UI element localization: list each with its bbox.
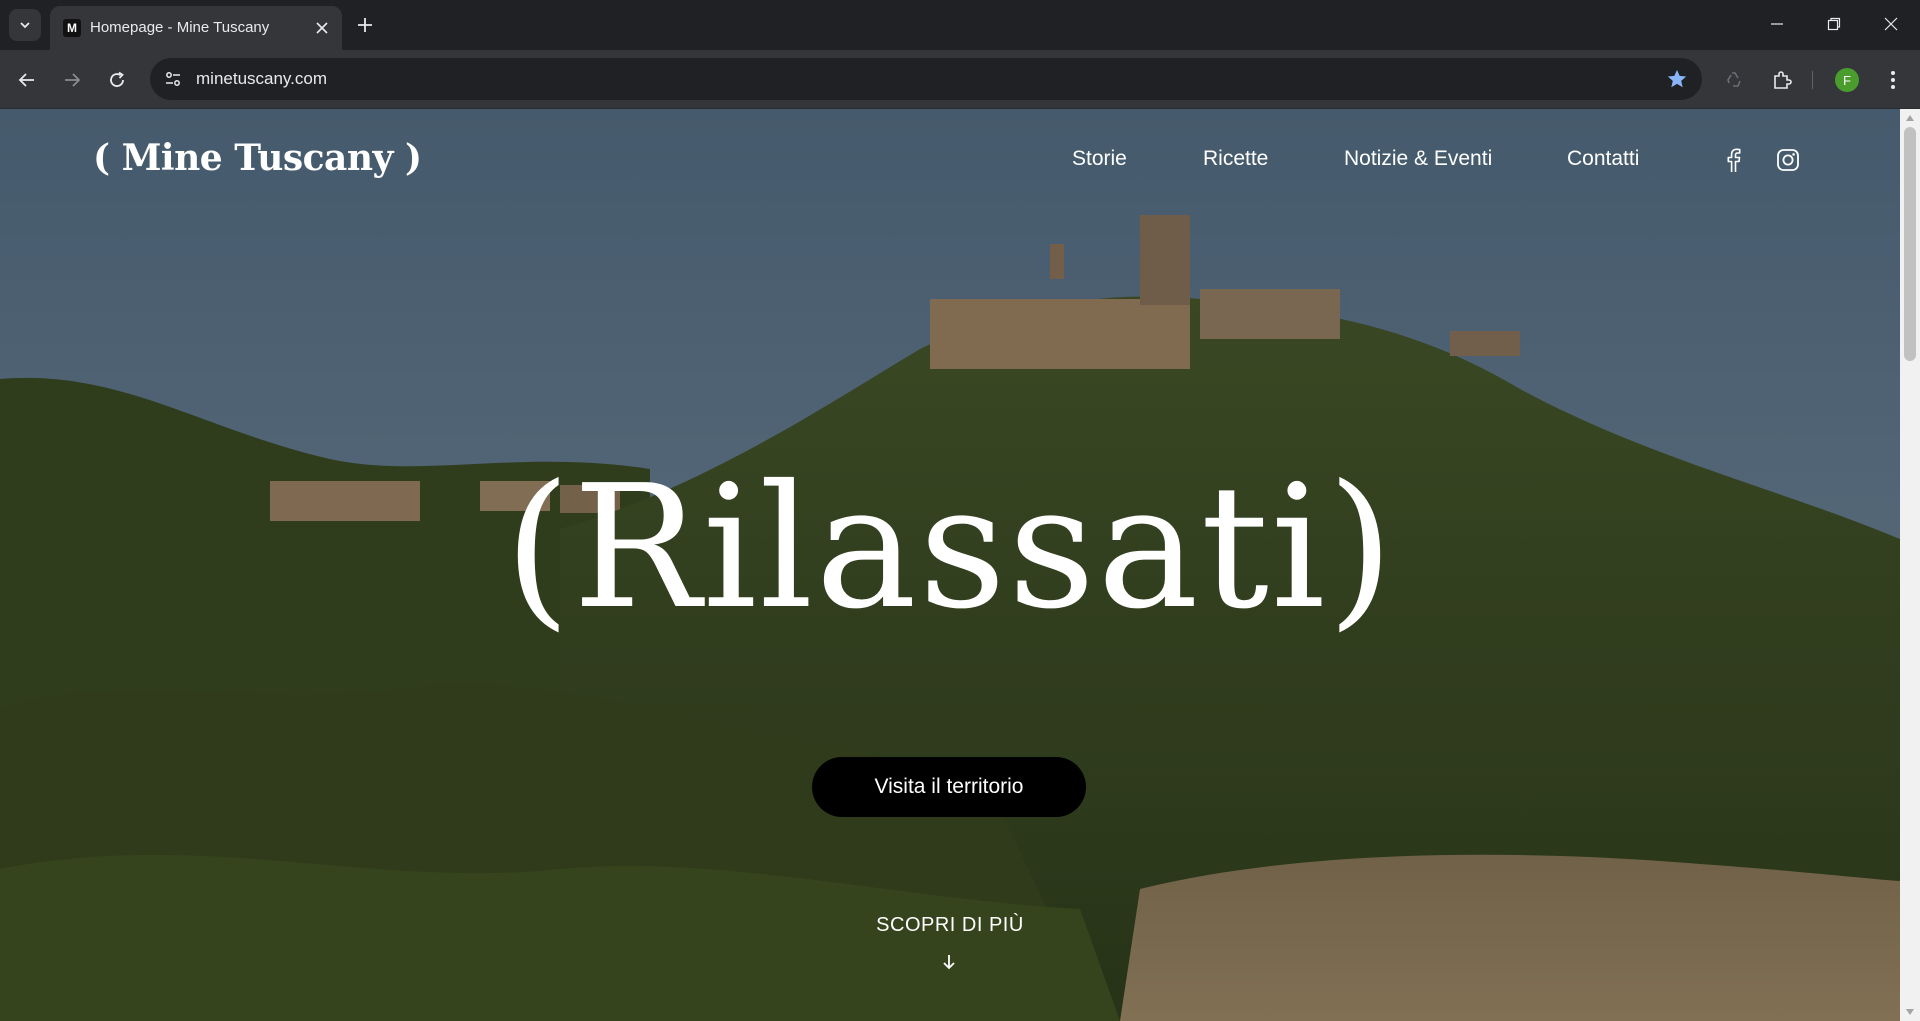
facebook-icon	[1727, 148, 1741, 172]
reload-icon	[110, 71, 124, 87]
hero-headline: (Rilassati)	[504, 449, 1396, 647]
bookmark-button[interactable]	[1664, 66, 1690, 92]
url-text: minetuscany.com	[196, 69, 328, 88]
extension-button[interactable]	[1719, 64, 1751, 96]
arrow-left-icon	[18, 73, 34, 87]
nav-link-notizie-eventi[interactable]: Notizie & Eventi	[1344, 147, 1492, 171]
recycle-icon	[1727, 72, 1741, 87]
browser-toolbar: minetuscany.com F	[0, 50, 1920, 109]
minimize-button[interactable]	[1760, 8, 1794, 40]
hero-section: ( Mine Tuscany ) Storie Ricette Notizie …	[0, 109, 1900, 1021]
visit-territory-button[interactable]: Visita il territorio	[812, 757, 1086, 817]
toolbar-separator	[1812, 71, 1813, 89]
tab-strip: M Homepage - Mine Tuscany	[0, 0, 1920, 50]
close-window-button[interactable]	[1874, 8, 1908, 40]
instagram-icon	[1777, 149, 1799, 171]
page-viewport: ( Mine Tuscany ) Storie Ricette Notizie …	[0, 109, 1920, 1021]
triangle-down-icon	[1906, 1009, 1914, 1015]
address-bar[interactable]: minetuscany.com	[150, 58, 1702, 100]
profile-avatar[interactable]: F	[1835, 68, 1859, 92]
close-icon	[316, 22, 328, 34]
browser-menu-button[interactable]	[1877, 64, 1909, 96]
tab-search-button[interactable]	[9, 9, 41, 41]
plus-icon	[358, 18, 372, 32]
kebab-icon	[1891, 71, 1895, 89]
star-icon	[1667, 69, 1687, 88]
tune-icon	[166, 72, 180, 86]
close-icon	[1884, 17, 1898, 31]
site-logo[interactable]: ( Mine Tuscany )	[93, 137, 422, 179]
restore-icon	[1827, 17, 1841, 31]
arrow-right-icon	[65, 73, 81, 87]
triangle-up-icon	[1906, 115, 1914, 121]
tab-close-button[interactable]	[312, 18, 332, 38]
nav-link-ricette[interactable]: Ricette	[1203, 147, 1268, 171]
tab-title: Homepage - Mine Tuscany	[90, 19, 270, 36]
facebook-link[interactable]	[1718, 145, 1748, 175]
scroll-down-link[interactable]	[937, 950, 961, 974]
puzzle-icon	[1774, 71, 1792, 89]
forward-button[interactable]	[56, 64, 88, 96]
extensions-button[interactable]	[1766, 64, 1798, 96]
nav-link-storie[interactable]: Storie	[1072, 147, 1127, 171]
page-scrollbar[interactable]	[1900, 109, 1920, 1021]
minimize-icon	[1771, 23, 1783, 25]
scroll-up-button[interactable]	[1900, 109, 1920, 127]
site-favicon: M	[63, 19, 81, 37]
scroll-hint-label[interactable]: SCOPRI DI PIÙ	[0, 914, 1900, 937]
reload-button[interactable]	[101, 64, 133, 96]
restore-button[interactable]	[1817, 8, 1851, 40]
instagram-link[interactable]	[1773, 145, 1803, 175]
nav-link-contatti[interactable]: Contatti	[1567, 147, 1639, 171]
scroll-down-button[interactable]	[1900, 1003, 1920, 1021]
new-tab-button[interactable]	[352, 12, 378, 38]
arrow-down-icon	[943, 955, 955, 970]
scrollbar-thumb[interactable]	[1904, 127, 1916, 361]
site-info-button[interactable]	[158, 64, 188, 94]
back-button[interactable]	[11, 64, 43, 96]
chevron-down-icon	[20, 22, 30, 29]
browser-tab[interactable]: M Homepage - Mine Tuscany	[50, 6, 342, 50]
